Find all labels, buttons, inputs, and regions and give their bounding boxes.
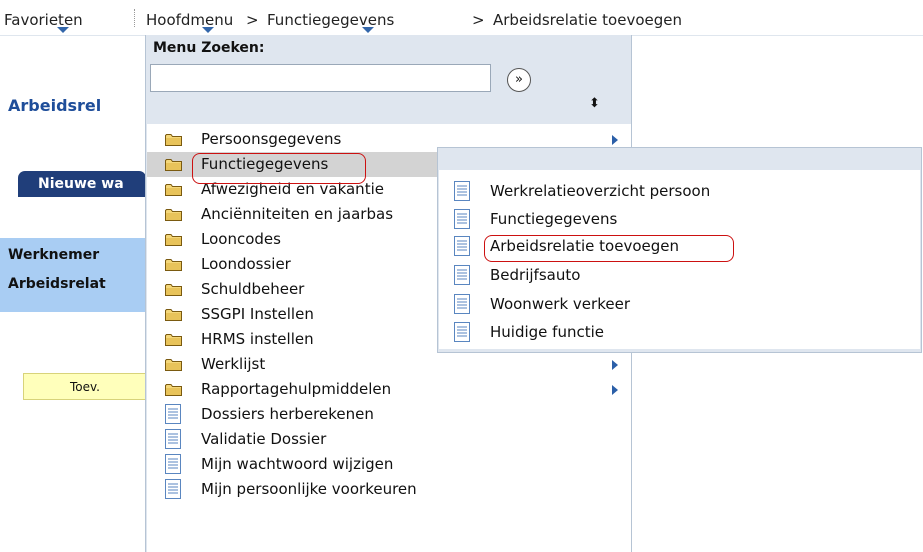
sort-icon[interactable]: ⬍ <box>589 96 600 111</box>
document-icon <box>454 209 470 229</box>
submenu-item-label: Bedrijfsauto <box>490 266 581 284</box>
nav-functiegegevens[interactable]: Functiegegevens <box>267 11 394 29</box>
selection-highlight <box>192 153 366 184</box>
target-highlight <box>484 235 734 262</box>
favorieten-dropdown-icon[interactable] <box>57 27 69 33</box>
employee-label: Werknemer <box>8 247 100 263</box>
folder-icon <box>165 333 182 346</box>
submenu-item-werkrelatieoverzicht[interactable]: Werkrelatieoverzicht persoon <box>439 178 920 206</box>
work-relation-label: Arbeidsrelat <box>8 276 106 292</box>
page-title: Arbeidsrel <box>8 96 102 115</box>
new-value-tab[interactable]: Nieuwe wa <box>18 171 146 197</box>
menu-item-wachtwoord-wijzigen[interactable]: Mijn wachtwoord wijzigen <box>147 452 631 477</box>
nav-favorieten[interactable]: Favorieten <box>4 11 83 29</box>
menu-search-label: Menu Zoeken: <box>153 40 265 56</box>
employee-info-box: Werknemer Arbeidsrelat <box>0 238 146 312</box>
folder-icon <box>165 133 182 146</box>
menu-item-label: Mijn persoonlijke voorkeuren <box>201 480 417 498</box>
menu-item-label: Persoonsgegevens <box>201 130 342 148</box>
document-icon <box>165 429 181 449</box>
folder-icon <box>165 383 182 396</box>
menu-item-validatie-dossier[interactable]: Validatie Dossier <box>147 427 631 452</box>
submenu-arrow-icon <box>612 135 618 145</box>
document-icon <box>454 294 470 314</box>
menu-item-label: Mijn wachtwoord wijzigen <box>201 455 394 473</box>
menu-item-label: Rapportagehulpmiddelen <box>201 380 392 398</box>
submenu-item-label: Woonwerk verkeer <box>490 295 630 313</box>
menu-item-werklijst[interactable]: Werklijst <box>147 352 631 377</box>
menu-item-label: Dossiers herberekenen <box>201 405 374 423</box>
document-icon <box>165 454 181 474</box>
submenu-item-bedrijfsauto[interactable]: Bedrijfsauto <box>439 262 920 290</box>
hoofdmenu-dropdown-icon[interactable] <box>202 27 214 33</box>
nav-separator <box>134 9 136 27</box>
menu-item-rapportagehulpmiddelen[interactable]: Rapportagehulpmiddelen <box>147 377 631 402</box>
breadcrumb-separator: > <box>246 11 259 29</box>
menu-item-label: Werklijst <box>201 355 266 373</box>
folder-icon <box>165 183 182 196</box>
menu-search-input[interactable] <box>150 64 491 92</box>
folder-icon <box>165 158 182 171</box>
submenu-item-label: Functiegegevens <box>490 210 618 228</box>
menu-item-persoonlijke-voorkeuren[interactable]: Mijn persoonlijke voorkeuren <box>147 477 631 502</box>
functiegegevens-dropdown-icon[interactable] <box>362 27 374 33</box>
folder-icon <box>165 208 182 221</box>
document-icon <box>454 265 470 285</box>
document-icon <box>454 181 470 201</box>
menu-item-dossiers-herberekenen[interactable]: Dossiers herberekenen <box>147 402 631 427</box>
menu-item-label: Schuldbeheer <box>201 280 305 298</box>
search-go-icon[interactable]: » <box>507 68 531 92</box>
top-nav-bar: Favorieten Hoofdmenu > Functiegegevens >… <box>0 0 923 36</box>
menu-item-label: Looncodes <box>201 230 281 248</box>
submenu-arrow-icon <box>612 385 618 395</box>
menu-item-label: HRMS instellen <box>201 330 314 348</box>
document-icon <box>454 236 470 256</box>
folder-icon <box>165 233 182 246</box>
submenu-item-huidige-functie[interactable]: Huidige functie <box>439 319 920 347</box>
submenu-item-label: Huidige functie <box>490 323 604 341</box>
submenu-arrow-icon <box>612 360 618 370</box>
submenu-item-functiegegevens[interactable]: Functiegegevens <box>439 206 920 234</box>
menu-item-label: SSGPI Instellen <box>201 305 314 323</box>
folder-icon <box>165 308 182 321</box>
folder-icon <box>165 258 182 271</box>
submenu-item-label: Werkrelatieoverzicht persoon <box>490 182 711 200</box>
folder-icon <box>165 283 182 296</box>
document-icon <box>165 404 181 424</box>
document-icon <box>454 322 470 342</box>
menu-item-label: Anciënniteiten en jaarbas <box>201 205 394 223</box>
folder-icon <box>165 358 182 371</box>
add-button[interactable]: Toev. <box>23 373 146 400</box>
submenu-item-woonwerk-verkeer[interactable]: Woonwerk verkeer <box>439 291 920 319</box>
nav-arbeidsrelatie-toevoegen[interactable]: Arbeidsrelatie toevoegen <box>493 11 682 29</box>
document-icon <box>165 479 181 499</box>
nav-hoofdmenu[interactable]: Hoofdmenu <box>146 11 233 29</box>
breadcrumb-separator: > <box>472 11 485 29</box>
menu-item-label: Loondossier <box>201 255 291 273</box>
menu-item-label: Validatie Dossier <box>201 430 327 448</box>
